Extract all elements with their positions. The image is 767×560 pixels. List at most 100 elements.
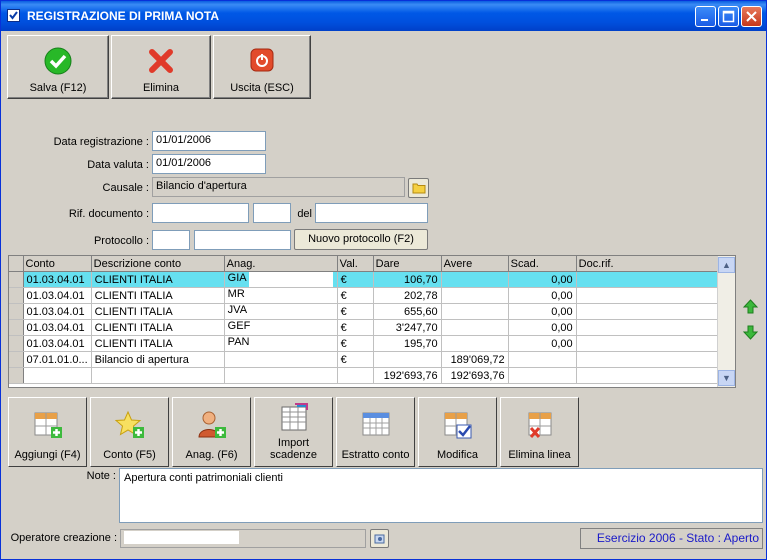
operatore-lookup-button[interactable] <box>370 529 389 548</box>
cell-avere[interactable] <box>441 303 509 320</box>
rif-documento-date-input[interactable] <box>315 203 428 223</box>
cell-val[interactable]: € <box>337 319 374 336</box>
cell-scad[interactable]: 0,00 <box>508 335 577 352</box>
cell-descrizione[interactable]: CLIENTI ITALIA <box>91 335 225 352</box>
cell-avere[interactable] <box>441 319 509 336</box>
cell-docrif[interactable] <box>576 303 720 320</box>
protocollo-number-input[interactable] <box>152 230 190 250</box>
cell-descrizione[interactable]: Bilancio di apertura <box>91 351 225 368</box>
cell-dare[interactable]: 195,70 <box>373 335 442 352</box>
cell-conto[interactable]: 01.03.04.01 <box>23 319 92 336</box>
cell-descrizione[interactable]: CLIENTI ITALIA <box>91 303 225 320</box>
cell-dare[interactable] <box>373 351 442 368</box>
data-registrazione-input[interactable]: 01/01/2006 <box>152 131 266 151</box>
close-window-button[interactable] <box>741 6 762 27</box>
cell-dare[interactable]: 655,60 <box>373 303 442 320</box>
cell-anag[interactable]: GIA <box>224 271 338 288</box>
operatore-creazione-field[interactable] <box>120 529 366 548</box>
conto-button[interactable]: Conto (F5) <box>90 397 169 467</box>
move-row-up-button[interactable] <box>742 298 759 315</box>
row-selector[interactable] <box>9 271 24 288</box>
cell-docrif[interactable] <box>576 351 720 368</box>
cell-scad[interactable] <box>508 351 577 368</box>
cell-conto[interactable]: 01.03.04.01 <box>23 335 92 352</box>
cell-avere[interactable]: 189'069,72 <box>441 351 509 368</box>
anag-button[interactable]: Anag. (F6) <box>172 397 251 467</box>
cell-anag[interactable] <box>224 351 338 368</box>
column-header-val[interactable]: Val. <box>337 256 374 272</box>
cell-scad[interactable]: 0,00 <box>508 319 577 336</box>
cell-scad[interactable]: 0,00 <box>508 287 577 304</box>
table-row[interactable]: 01.03.04.01 CLIENTI ITALIA GEF € 3'247,7… <box>9 319 720 336</box>
import-scadenze-button[interactable]: Import scadenze <box>254 397 333 467</box>
cell-anag[interactable]: GEF <box>224 319 338 336</box>
table-row[interactable]: 01.03.04.01 CLIENTI ITALIA MR € 202,78 0… <box>9 287 720 304</box>
cell-docrif[interactable] <box>576 287 720 304</box>
cell-docrif[interactable] <box>576 335 720 352</box>
cell-anag[interactable]: MR <box>224 287 338 304</box>
row-selector[interactable] <box>9 287 24 304</box>
column-header-avere[interactable]: Avere <box>441 256 509 272</box>
scroll-down-button[interactable]: ▼ <box>718 370 735 386</box>
cell-conto[interactable]: 01.03.04.01 <box>23 303 92 320</box>
column-header-docrif[interactable]: Doc.rif. <box>576 256 720 272</box>
cell-dare[interactable]: 106,70 <box>373 271 442 288</box>
cell-dare[interactable]: 3'247,70 <box>373 319 442 336</box>
exit-button[interactable]: Uscita (ESC) <box>213 35 311 99</box>
cell-val[interactable]: € <box>337 287 374 304</box>
cell-descrizione[interactable]: CLIENTI ITALIA <box>91 287 225 304</box>
cell-docrif[interactable] <box>576 271 720 288</box>
rif-documento-series-input[interactable] <box>253 203 291 223</box>
table-row[interactable]: 01.03.04.01 CLIENTI ITALIA GIA € 106,70 … <box>9 271 720 288</box>
cell-scad[interactable]: 0,00 <box>508 271 577 288</box>
cell-anag[interactable]: PAN <box>224 335 338 352</box>
cell-val[interactable]: € <box>337 271 374 288</box>
cell-val[interactable]: € <box>337 303 374 320</box>
cell-descrizione[interactable]: CLIENTI ITALIA <box>91 271 225 288</box>
cell-avere[interactable] <box>441 287 509 304</box>
column-header-conto[interactable]: Conto <box>23 256 92 272</box>
row-selector[interactable] <box>9 351 24 368</box>
note-textarea[interactable]: Apertura conti patrimoniali clienti <box>119 468 763 523</box>
grid-vertical-scrollbar[interactable]: ▲ ▼ <box>717 256 735 387</box>
column-header-anag[interactable]: Anag. <box>224 256 338 272</box>
column-header-descrizione[interactable]: Descrizione conto <box>91 256 225 272</box>
cell-dare[interactable]: 202,78 <box>373 287 442 304</box>
cell-conto[interactable]: 07.01.01.0... <box>23 351 92 368</box>
nuovo-protocollo-button[interactable]: Nuovo protocollo (F2) <box>294 229 428 250</box>
minimize-button[interactable] <box>695 6 716 27</box>
cell-descrizione[interactable]: CLIENTI ITALIA <box>91 319 225 336</box>
data-valuta-input[interactable]: 01/01/2006 <box>152 154 266 174</box>
elimina-linea-button[interactable]: Elimina linea <box>500 397 579 467</box>
entries-grid[interactable]: Conto Descrizione conto Anag. Val. Dare … <box>8 255 736 388</box>
scroll-up-button[interactable]: ▲ <box>718 257 735 273</box>
cell-val[interactable]: € <box>337 351 374 368</box>
column-header-scad[interactable]: Scad. <box>508 256 577 272</box>
modifica-button[interactable]: Modifica <box>418 397 497 467</box>
save-button[interactable]: Salva (F12) <box>7 35 109 99</box>
cell-docrif[interactable] <box>576 319 720 336</box>
protocollo-code-input[interactable] <box>194 230 291 250</box>
title-bar[interactable]: REGISTRAZIONE DI PRIMA NOTA <box>1 1 766 31</box>
cell-conto[interactable]: 01.03.04.01 <box>23 287 92 304</box>
row-selector[interactable] <box>9 319 24 336</box>
cell-avere[interactable] <box>441 271 509 288</box>
table-row[interactable]: 01.03.04.01 CLIENTI ITALIA PAN € 195,70 … <box>9 335 720 352</box>
causale-lookup-button[interactable] <box>408 178 429 198</box>
maximize-button[interactable] <box>718 6 739 27</box>
table-row[interactable]: 07.01.01.0... Bilancio di apertura € 189… <box>9 351 720 368</box>
aggiungi-button[interactable]: Aggiungi (F4) <box>8 397 87 467</box>
causale-input[interactable]: Bilancio d'apertura <box>152 177 405 197</box>
delete-button[interactable]: Elimina <box>111 35 211 99</box>
rif-documento-number-input[interactable] <box>152 203 249 223</box>
row-selector[interactable] <box>9 335 24 352</box>
move-row-down-button[interactable] <box>742 324 759 341</box>
estratto-conto-button[interactable]: Estratto conto <box>336 397 415 467</box>
column-header-dare[interactable]: Dare <box>373 256 442 272</box>
table-row[interactable]: 01.03.04.01 CLIENTI ITALIA JVA € 655,60 … <box>9 303 720 320</box>
cell-avere[interactable] <box>441 335 509 352</box>
cell-conto[interactable]: 01.03.04.01 <box>23 271 92 288</box>
cell-val[interactable]: € <box>337 335 374 352</box>
cell-anag[interactable]: JVA <box>224 303 338 320</box>
row-selector[interactable] <box>9 303 24 320</box>
